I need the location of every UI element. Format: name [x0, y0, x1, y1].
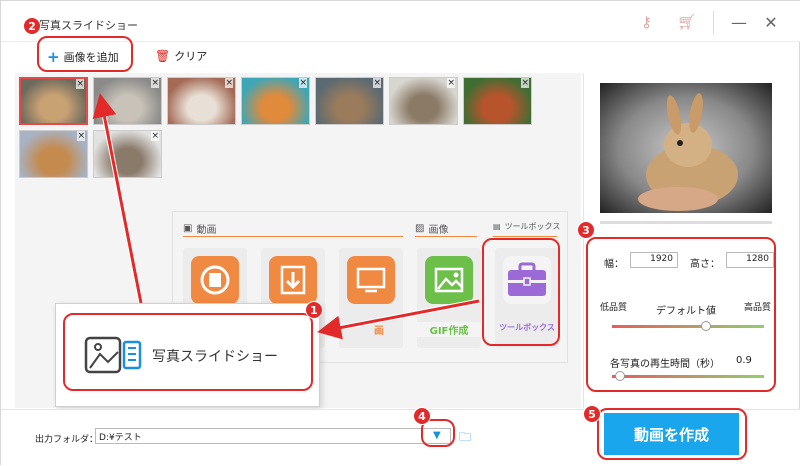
annotation-box-1-tile	[482, 238, 560, 346]
thumbnail-grid: × × × × × × × × ×	[19, 77, 559, 178]
rabbit-preview-icon	[638, 93, 738, 211]
film-reel-icon	[191, 256, 239, 304]
thumbnail-dog-sleeping[interactable]: ×	[315, 77, 384, 125]
clear-label: クリア	[174, 50, 208, 63]
annotation-badge-3: 3	[577, 221, 595, 239]
clear-button[interactable]: 🗑︎ クリア	[155, 48, 207, 64]
output-folder-input[interactable]: D:¥テスト	[95, 428, 451, 444]
image-section-icon: ▨	[415, 223, 425, 234]
section-toolbox-label: ツールボックス	[504, 222, 561, 231]
section-video-label: 動画	[196, 225, 217, 236]
trash-icon: 🗑︎	[155, 49, 171, 63]
annotation-box-1-popup	[63, 313, 313, 391]
toolbox-section-icon: ▤	[493, 222, 501, 231]
thumbnail-hedgehog[interactable]: ×	[389, 77, 458, 125]
folder-icon[interactable]: 🗀︎	[459, 428, 471, 449]
section-toolbox: ▤ ツールボックス	[493, 221, 560, 232]
thumbnail-cats-pile[interactable]: ×	[93, 77, 162, 125]
preview-divider	[600, 221, 772, 224]
toolbox-section-line	[493, 236, 557, 237]
titlebar-divider	[713, 11, 714, 35]
title-bar: 写真スライドショー ⚷ 🛒︎ — ✕	[1, 1, 800, 41]
section-image-label: 画像	[428, 225, 449, 236]
download-icon	[269, 256, 317, 304]
remove-thumbnail-icon[interactable]: ×	[77, 131, 85, 141]
remove-thumbnail-icon[interactable]: ×	[225, 78, 233, 88]
annotation-box-2	[37, 36, 133, 72]
video-section-icon: ▣	[183, 223, 193, 234]
minimize-button[interactable]: —	[729, 13, 749, 32]
preview-image	[600, 83, 772, 213]
remove-thumbnail-icon[interactable]: ×	[151, 131, 159, 141]
thumbnail-puppy[interactable]: ×	[19, 130, 88, 178]
thumbnail-kittens-basket[interactable]: ×	[93, 130, 162, 178]
thumbnail-red-panda[interactable]: ×	[463, 77, 532, 125]
key-icon[interactable]: ⚷	[641, 13, 652, 31]
tile-screen-record[interactable]: 画	[339, 248, 403, 348]
screen-record-icon	[347, 256, 395, 304]
annotation-badge-2: 2	[23, 17, 41, 35]
annotation-badge-5: 5	[583, 405, 601, 423]
annotation-badge-4: 4	[413, 407, 431, 425]
video-section-line	[183, 236, 403, 237]
tile-gif[interactable]: GIF作成	[417, 248, 481, 348]
remove-thumbnail-icon[interactable]: ×	[447, 78, 455, 88]
app-window: 写真スライドショー ⚷ 🛒︎ — ✕ + 画像を追加 🗑︎ クリア × × × × × ×…	[0, 0, 800, 466]
tile-gif-label: GIF作成	[417, 322, 481, 337]
gif-image-icon	[425, 256, 473, 304]
annotation-box-5	[597, 408, 747, 460]
remove-thumbnail-icon[interactable]: ×	[76, 79, 84, 89]
annotation-box-3	[586, 237, 776, 392]
section-video: ▣ 動画	[183, 221, 216, 236]
thumbnail-cats-bed[interactable]: ×	[167, 77, 236, 125]
cart-icon[interactable]: 🛒︎	[677, 13, 696, 31]
section-image: ▨ 画像	[415, 221, 448, 236]
remove-thumbnail-icon[interactable]: ×	[521, 78, 529, 88]
remove-thumbnail-icon[interactable]: ×	[151, 78, 159, 88]
close-button[interactable]: ✕	[761, 13, 781, 32]
thumbnail-rabbit[interactable]: ×	[19, 77, 88, 125]
remove-thumbnail-icon[interactable]: ×	[373, 78, 381, 88]
thumbnail-cat-orange[interactable]: ×	[241, 77, 310, 125]
tile-screen-record-label: 画	[374, 326, 384, 337]
annotation-badge-1: 1	[305, 301, 323, 319]
image-section-line	[415, 236, 477, 237]
output-folder-label: 出力フォルダ：	[35, 435, 99, 445]
window-title: 写真スライドショー	[39, 19, 138, 32]
remove-thumbnail-icon[interactable]: ×	[299, 78, 307, 88]
